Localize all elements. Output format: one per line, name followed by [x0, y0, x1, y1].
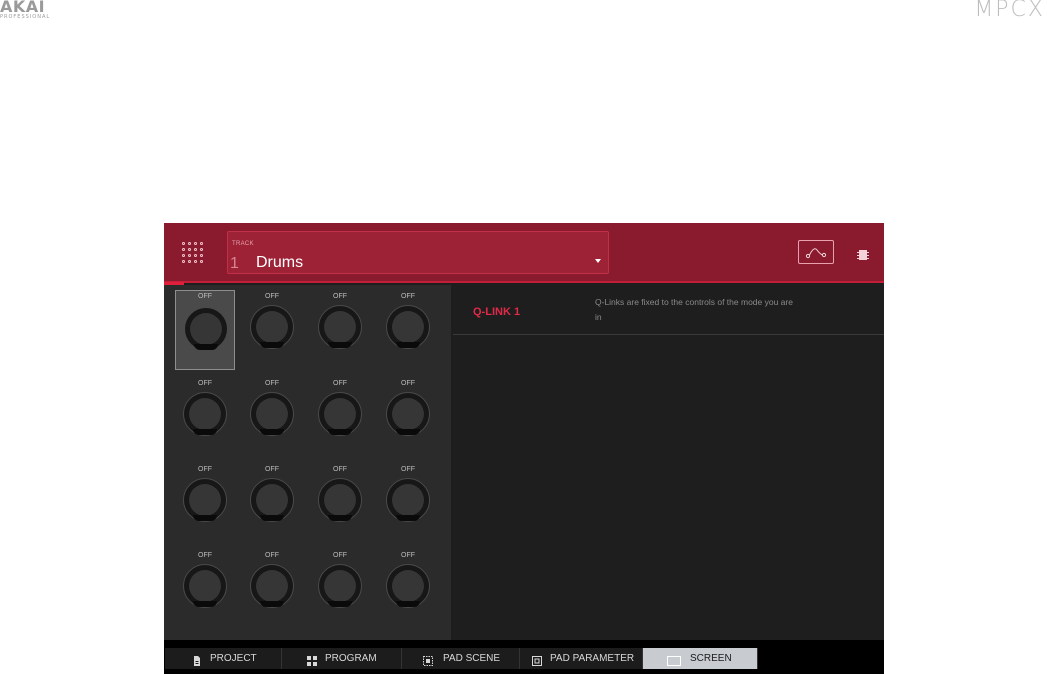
project-icon: [192, 653, 202, 666]
tab-program[interactable]: PROGRAM: [282, 648, 402, 669]
knob-dial[interactable]: [386, 478, 430, 522]
tab-pad-parameter[interactable]: PAD PARAMETER: [520, 648, 643, 669]
knob-dial[interactable]: [250, 478, 294, 522]
qlink-info-panel: Q-LINK 1 Q-Links are fixed to the contro…: [453, 285, 884, 640]
knob-dial[interactable]: [318, 305, 362, 349]
tab-screen[interactable]: SCREEN: [643, 648, 758, 669]
knob-dial[interactable]: [318, 392, 362, 436]
akai-logo: AKAI PROFESSIONAL: [0, 0, 80, 22]
track-number: 1: [230, 255, 239, 272]
knob-value-label: OFF: [401, 380, 415, 387]
qlink-info-row: Q-LINK 1 Q-Links are fixed to the contro…: [453, 285, 884, 335]
qlink-knob-11[interactable]: OFF: [310, 460, 370, 540]
program-icon: [307, 653, 317, 666]
qlink-knob-13[interactable]: OFF: [175, 546, 235, 626]
automation-curve-button[interactable]: [798, 240, 834, 264]
tab-project[interactable]: PROJECT: [165, 648, 282, 669]
pad-parameter-icon: [532, 653, 542, 666]
tab-label: PROJECT: [210, 653, 257, 664]
automation-curve-icon: [805, 248, 827, 259]
knob-value-label: OFF: [198, 293, 212, 300]
track-selector[interactable]: TRACK 1 Drums: [227, 231, 609, 274]
knob-dial[interactable]: [386, 305, 430, 349]
qlink-knob-3[interactable]: OFF: [310, 287, 370, 367]
qlink-knob-15[interactable]: OFF: [310, 546, 370, 626]
page: AKAI PROFESSIONAL MPCX TRACK 1 Drums OFF…: [0, 0, 1047, 674]
device-screen: TRACK 1 Drums OFF OFF OFF OFF OFF OFF OF…: [164, 223, 884, 674]
akai-logo-subtext: PROFESSIONAL: [0, 14, 51, 20]
knob-dial[interactable]: [386, 564, 430, 608]
dropdown-arrow-icon: [595, 259, 601, 263]
qlink-knob-14[interactable]: OFF: [242, 546, 302, 626]
knob-value-label: OFF: [333, 293, 347, 300]
tab-label: PAD SCENE: [443, 653, 501, 664]
knob-value-label: OFF: [265, 466, 279, 473]
knob-dial[interactable]: [386, 392, 430, 436]
qlink-knob-16[interactable]: OFF: [378, 546, 438, 626]
knob-value-label: OFF: [333, 466, 347, 473]
knob-dial[interactable]: [250, 564, 294, 608]
tab-label: SCREEN: [690, 653, 732, 664]
qlink-knob-12[interactable]: OFF: [378, 460, 438, 540]
qlink-knob-7[interactable]: OFF: [310, 374, 370, 454]
knob-dial[interactable]: [250, 305, 294, 349]
qlink-knob-5[interactable]: OFF: [175, 374, 235, 454]
tab-label: PROGRAM: [325, 653, 377, 664]
menu-grid-icon[interactable]: [182, 242, 204, 264]
track-name: Drums: [256, 254, 304, 271]
qlink-knob-6[interactable]: OFF: [242, 374, 302, 454]
qlink-knob-2[interactable]: OFF: [242, 287, 302, 367]
knob-value-label: OFF: [265, 552, 279, 559]
mpcx-logo: MPCX: [974, 0, 1045, 22]
knob-dial[interactable]: [318, 478, 362, 522]
knob-value-label: OFF: [198, 466, 212, 473]
tab-pad-scene[interactable]: PAD SCENE: [402, 648, 520, 669]
knob-value-label: OFF: [333, 552, 347, 559]
bottom-tab-bar: PROJECT PROGRAM PAD SCENE PAD PARAMETER SCRE…: [164, 640, 884, 674]
qlink-knob-9[interactable]: OFF: [175, 460, 235, 540]
qlink-knob-10[interactable]: OFF: [242, 460, 302, 540]
qlink-knob-8[interactable]: OFF: [378, 374, 438, 454]
knob-value-label: OFF: [401, 466, 415, 473]
qlink-title: Q-LINK 1: [473, 306, 521, 318]
akai-logo-text: AKAI: [0, 0, 46, 16]
knob-value-label: OFF: [401, 552, 415, 559]
screen-icon: [667, 653, 681, 666]
qlink-knob-1[interactable]: OFF: [175, 290, 235, 370]
track-label: TRACK: [232, 241, 254, 247]
chip-icon[interactable]: [857, 248, 869, 260]
knob-dial[interactable]: [183, 478, 227, 522]
knob-dial[interactable]: [184, 307, 228, 351]
pad-scene-icon: [423, 653, 433, 666]
knob-dial[interactable]: [250, 392, 294, 436]
knob-value-label: OFF: [401, 293, 415, 300]
knob-dial[interactable]: [183, 564, 227, 608]
qlink-description: Q-Links are fixed to the controls of the…: [595, 297, 793, 322]
qlink-knob-4[interactable]: OFF: [378, 287, 438, 367]
knob-value-label: OFF: [265, 293, 279, 300]
knob-value-label: OFF: [198, 380, 212, 387]
knob-dial[interactable]: [318, 564, 362, 608]
knob-dial[interactable]: [183, 392, 227, 436]
knob-value-label: OFF: [198, 552, 212, 559]
header-bar: TRACK 1 Drums: [164, 223, 884, 283]
tab-label: PAD PARAMETER: [550, 653, 635, 664]
knob-value-label: OFF: [265, 380, 279, 387]
knob-value-label: OFF: [333, 380, 347, 387]
qlink-knob-panel: OFF OFF OFF OFF OFF OFF OFF OFF OFF OFF OFF OFF OFF O…: [164, 285, 451, 640]
